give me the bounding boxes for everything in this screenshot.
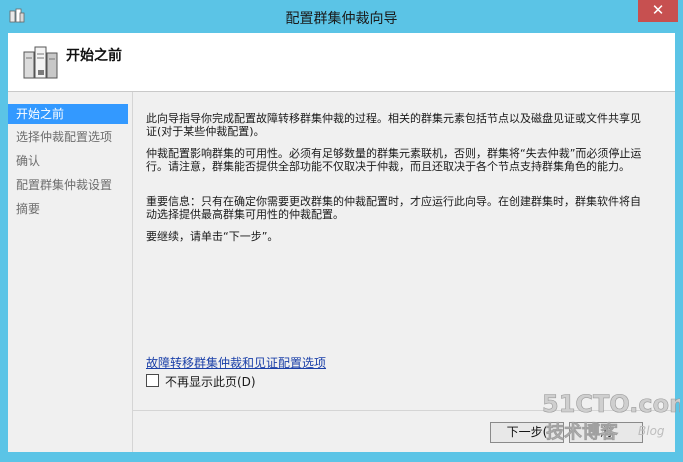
availability-paragraph: 仲裁配置影响群集的可用性。必须有足够数量的群集元素联机，否则，群集将“失去仲裁”… <box>146 147 642 173</box>
cluster-servers-icon <box>23 46 58 79</box>
cancel-button[interactable]: 消 <box>569 422 643 443</box>
close-button[interactable]: ✕ <box>638 0 678 22</box>
title-bar[interactable]: 配置群集仲裁向导 ✕ <box>0 0 683 33</box>
wizard-steps-nav: 开始之前 选择仲裁配置选项 确认 配置群集仲裁设置 摘要 <box>8 92 133 452</box>
dont-show-again-label[interactable]: 不再显示此页(D) <box>165 373 256 390</box>
footer-divider <box>133 410 675 411</box>
nav-step-confirmation[interactable]: 确认 <box>8 151 128 171</box>
next-button[interactable]: 下一步( <box>490 422 564 443</box>
nav-step-before-you-begin[interactable]: 开始之前 <box>8 104 128 124</box>
quorum-options-help-link[interactable]: 故障转移群集仲裁和见证配置选项 <box>146 354 326 371</box>
window-title: 配置群集仲裁向导 <box>285 11 398 27</box>
wizard-body: 开始之前 选择仲裁配置选项 确认 配置群集仲裁设置 摘要 此向导指导你完成配置故… <box>8 92 675 452</box>
nav-step-summary[interactable]: 摘要 <box>8 199 128 219</box>
wizard-window: 配置群集仲裁向导 ✕ 开始之前 开始之前 选择仲裁配置选项 确认 配置群集仲裁设… <box>0 0 683 462</box>
intro-paragraph: 此向导指导你完成配置故障转移群集仲裁的过程。相关的群集元素包括节点以及磁盘见证或… <box>146 112 641 138</box>
page-heading: 开始之前 <box>66 48 122 64</box>
nav-step-configure-quorum-settings[interactable]: 配置群集仲裁设置 <box>8 175 128 195</box>
dont-show-again-checkbox[interactable] <box>146 374 159 387</box>
main-panel: 此向导指导你完成配置故障转移群集仲裁的过程。相关的群集元素包括节点以及磁盘见证或… <box>133 92 675 452</box>
continue-paragraph: 要继续，请单击“下一步”。 <box>146 230 279 243</box>
nav-step-select-quorum-option[interactable]: 选择仲裁配置选项 <box>8 127 128 147</box>
important-paragraph: 重要信息：只有在确定你需要更改群集的仲裁配置时，才应运行此向导。在创建群集时，群… <box>146 195 641 221</box>
wizard-header: 开始之前 <box>8 33 675 92</box>
